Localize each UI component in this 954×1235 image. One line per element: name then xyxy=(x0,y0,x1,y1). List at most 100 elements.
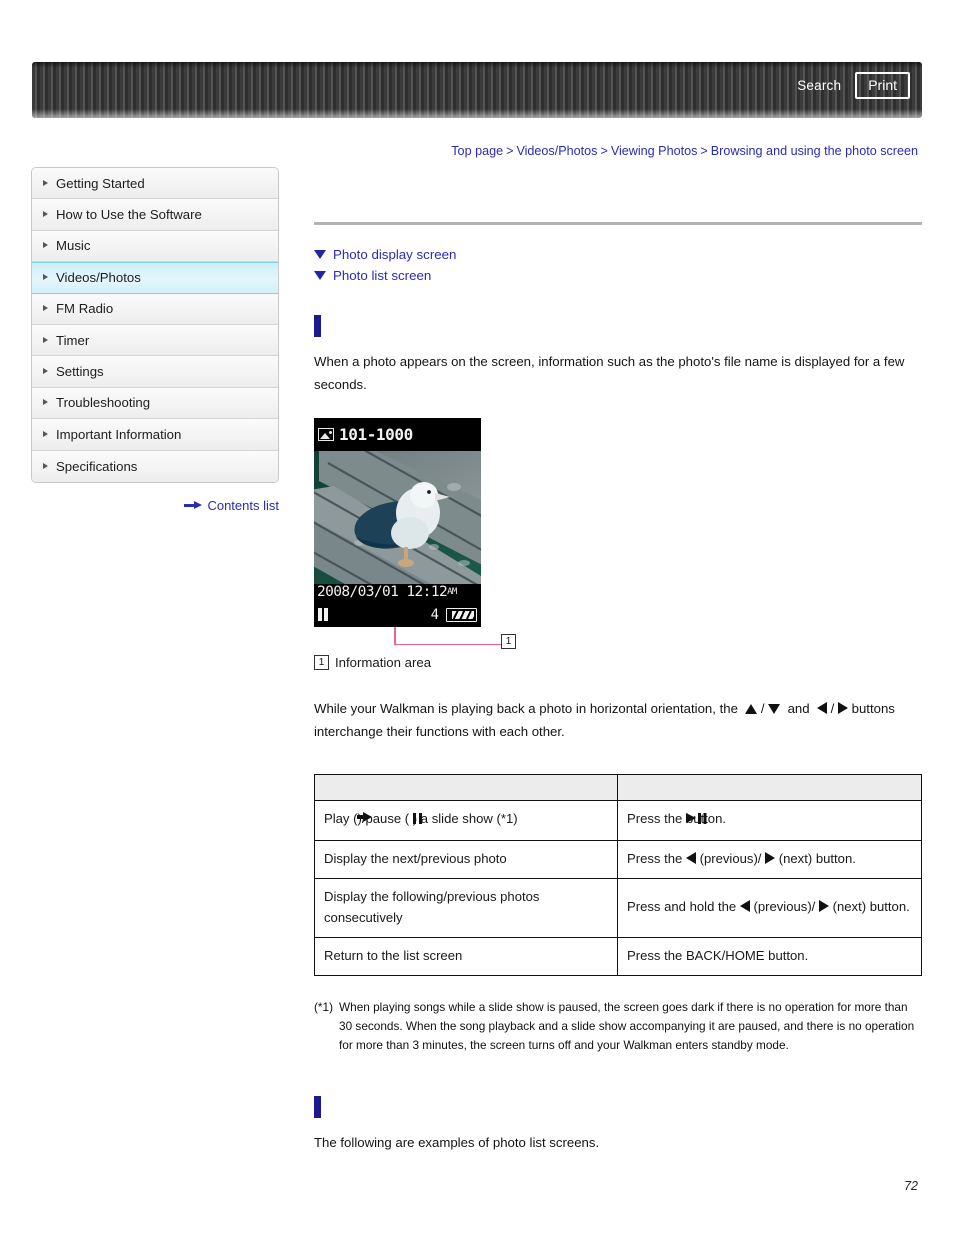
section-heading-photo-list-screen xyxy=(314,1095,922,1118)
bullet-arrow-icon xyxy=(43,336,48,343)
device-photo-area xyxy=(314,451,481,585)
device-file-label: 101-1000 xyxy=(339,425,413,445)
breadcrumb-item-current-page[interactable]: Browsing and using the photo screen xyxy=(711,144,918,158)
sidebar-item-label: Troubleshooting xyxy=(56,395,151,411)
battery-icon xyxy=(446,608,477,623)
footnote-text: When playing songs while a slide show is… xyxy=(339,999,915,1053)
sidebar-item-label: How to Use the Software xyxy=(56,207,202,223)
table-cell-action: Return to the list screen xyxy=(314,936,618,976)
callout-number-1: 1 xyxy=(501,634,516,650)
sidebar-item-important-information[interactable]: Important Information xyxy=(32,419,278,451)
footnote: (*1) When playing songs while a slide sh… xyxy=(314,998,922,1056)
operation-text-prefix: Press the xyxy=(627,850,683,866)
anchor-link-photo-display-screen[interactable]: Photo display screen xyxy=(314,247,922,262)
bullet-arrow-icon xyxy=(43,462,48,469)
anchor-link-photo-list-screen[interactable]: Photo list screen xyxy=(314,268,922,283)
main-content: Photo display screen Photo list screen W… xyxy=(314,167,922,1159)
operation-text-next: (next) button. xyxy=(778,850,856,866)
contents-list-link[interactable]: Contents list xyxy=(184,498,279,513)
print-button[interactable]: Print xyxy=(855,71,910,99)
footnote-mark: (*1) xyxy=(314,999,334,1014)
intro-paragraph: When a photo appears on the screen, info… xyxy=(314,354,905,392)
table-cell-action: Display the following/previous photos co… xyxy=(314,877,618,938)
anchor-link-label: Photo display screen xyxy=(333,247,457,262)
table-row: Return to the list screen Press the BACK… xyxy=(314,936,922,976)
contents-list-row: Contents list xyxy=(31,498,279,513)
table-cell-operation: Press the (previous)/ (next) button. xyxy=(617,839,922,879)
sidebar-item-specifications[interactable]: Specifications xyxy=(32,450,278,482)
bullet-arrow-icon xyxy=(43,179,48,186)
table-cell-operation: Press the BACK/HOME button. xyxy=(617,936,922,976)
bullet-arrow-icon xyxy=(43,305,48,312)
header-controls: Search Print xyxy=(797,62,910,108)
table-cell-operation: Press and hold the (previous)/ (next) bu… xyxy=(617,877,922,938)
section-bar-marker xyxy=(314,1095,321,1118)
sidebar-item-label: Videos/Photos xyxy=(56,270,141,286)
table-row: Play ()/pause ( ) a slide show (*1) Pres… xyxy=(314,799,922,841)
sidebar-item-label: Settings xyxy=(56,364,104,380)
table-header-row xyxy=(314,773,922,801)
triangle-left-icon xyxy=(739,900,750,913)
breadcrumb-separator: > xyxy=(506,144,514,158)
photo-operations-table: Play ()/pause ( ) a slide show (*1) Pres… xyxy=(314,773,922,976)
sidebar-item-music[interactable]: Music xyxy=(32,230,278,263)
caption-number: 1 xyxy=(314,655,329,671)
breadcrumb-item-viewing-photos[interactable]: Viewing Photos xyxy=(611,144,698,158)
breadcrumb-separator: > xyxy=(700,144,708,158)
bullet-arrow-icon xyxy=(43,399,48,406)
table-row: Display the next/previous photo Press th… xyxy=(314,839,922,879)
orientation-note-before: While your Walkman is playing back a pho… xyxy=(314,701,738,717)
caption-text: Information area xyxy=(335,655,432,671)
breadcrumb-item-top-page[interactable]: Top page xyxy=(451,144,503,158)
triangle-down-icon xyxy=(768,704,781,715)
section-heading-photo-display-screen xyxy=(314,315,922,337)
device-screen-infobar: 2008/03/01 12:12AM 4 xyxy=(314,584,481,628)
triangle-left-icon xyxy=(816,702,827,715)
table-row: Display the following/previous photos co… xyxy=(314,877,922,938)
orientation-note-mid: and xyxy=(787,701,810,717)
seagull-photo xyxy=(314,451,481,585)
table-cell-action: Display the next/previous photo xyxy=(314,839,618,879)
breadcrumb-separator: > xyxy=(600,144,608,158)
operation-text-prefix: Press and hold the xyxy=(627,899,737,915)
section-bar-marker xyxy=(314,315,321,337)
sidebar-item-videos-photos[interactable]: Videos/Photos xyxy=(32,262,278,294)
sidebar: Getting Started How to Use the Software … xyxy=(31,167,279,483)
bullet-arrow-icon xyxy=(43,211,48,218)
sidebar-item-label: Important Information xyxy=(56,426,182,442)
device-ampm: AM xyxy=(447,587,457,598)
device-screenshot-figure: 101-1000 2008/03/01 12:12AM 4 1 xyxy=(314,418,516,650)
bullet-arrow-icon xyxy=(43,242,48,249)
sidebar-item-timer[interactable]: Timer xyxy=(32,324,278,357)
triangle-left-icon xyxy=(685,851,696,864)
search-link[interactable]: Search xyxy=(797,78,841,93)
operation-text-prev: (previous)/ xyxy=(699,850,762,866)
table-cell-operation: Press the button. xyxy=(617,799,922,841)
sidebar-item-label: Specifications xyxy=(56,458,138,474)
sidebar-item-settings[interactable]: Settings xyxy=(32,356,278,388)
sidebar-item-troubleshooting[interactable]: Troubleshooting xyxy=(32,387,278,420)
triangle-right-icon xyxy=(818,900,829,913)
sidebar-item-how-to-use-the-software[interactable]: How to Use the Software xyxy=(32,199,278,231)
sidebar-item-getting-started[interactable]: Getting Started xyxy=(32,168,278,200)
triangle-up-icon xyxy=(745,704,758,715)
anchor-link-label: Photo list screen xyxy=(333,268,432,283)
callout-leader-line xyxy=(394,627,509,646)
device-datetime-value: 2008/03/01 12:12 xyxy=(317,584,448,601)
action-text-prefix: Play ( xyxy=(324,810,358,826)
table-cell-action: Play ()/pause ( ) a slide show (*1) xyxy=(314,799,618,841)
device-photo-count: 4 xyxy=(430,607,439,624)
operation-text-next: (next) button. xyxy=(832,899,910,915)
contents-list-label: Contents list xyxy=(207,498,279,513)
operation-text-prev: (previous)/ xyxy=(753,899,816,915)
triangle-right-icon xyxy=(837,702,848,715)
page-number: 72 xyxy=(904,1179,918,1193)
breadcrumb-item-videos-photos[interactable]: Videos/Photos xyxy=(516,144,597,158)
header-banner: Search Print xyxy=(32,62,922,118)
sidebar-item-fm-radio[interactable]: FM Radio xyxy=(32,293,278,325)
photo-list-intro: The following are examples of photo list… xyxy=(314,1134,600,1150)
operation-text-prefix: Press the xyxy=(627,810,683,826)
device-screenshot: 101-1000 2008/03/01 12:12AM 4 xyxy=(314,418,481,628)
figure-caption-information-area: 1 Information area xyxy=(314,655,922,671)
photo-file-icon xyxy=(318,428,334,442)
